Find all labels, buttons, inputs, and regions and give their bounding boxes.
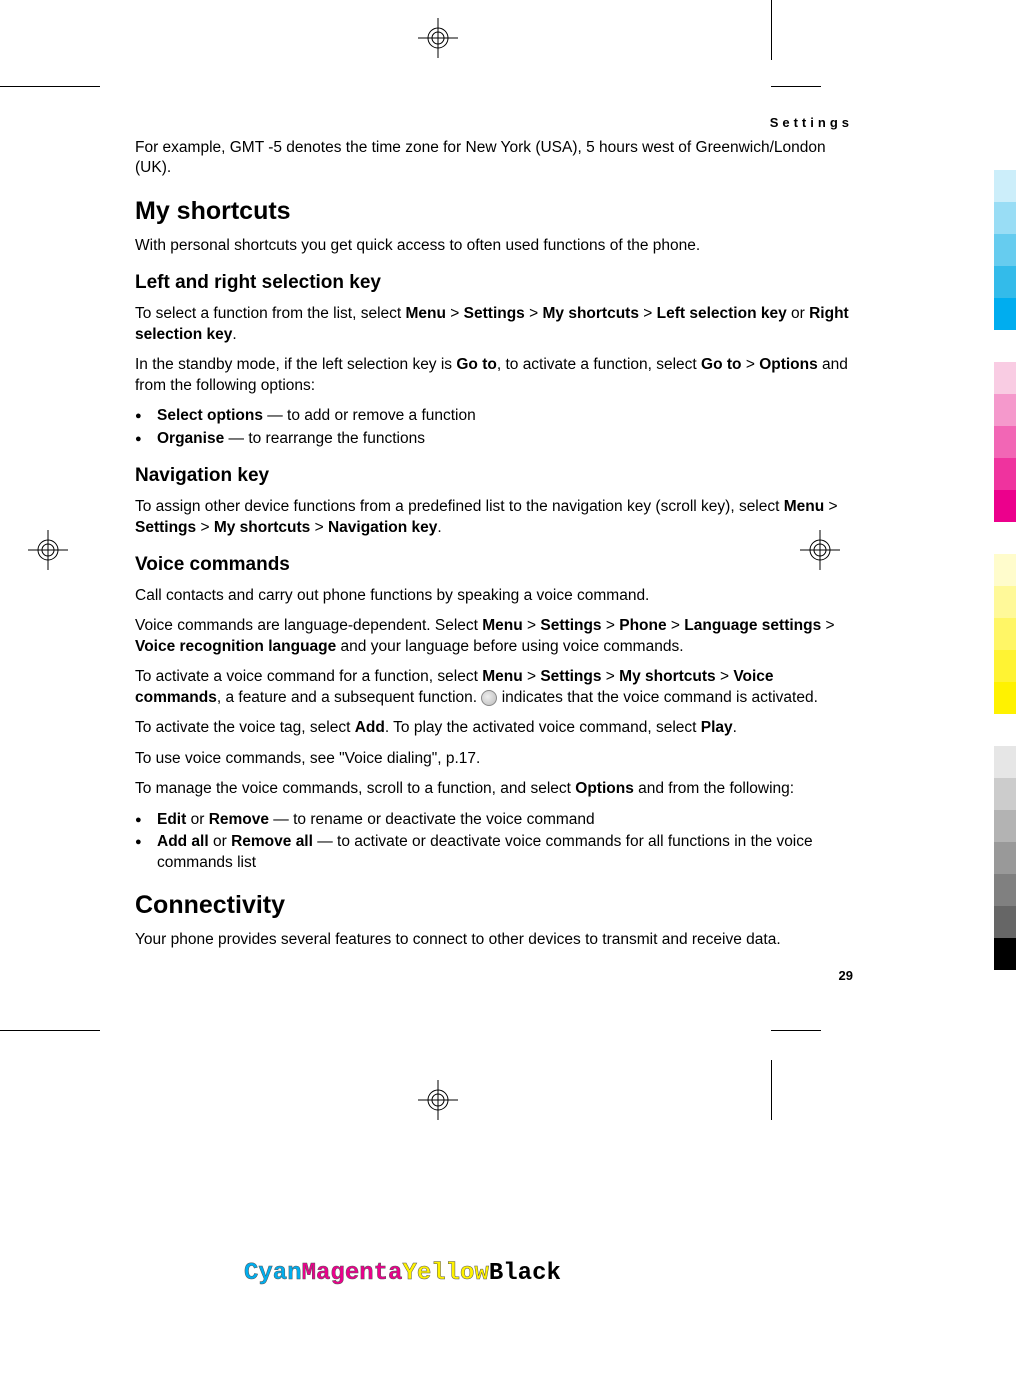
color-calibration-bars: [994, 170, 1016, 970]
cmyk-label: CyanMagentaYellowBlack: [244, 1260, 561, 1287]
heading-my-shortcuts: My shortcuts: [135, 197, 853, 226]
color-swatch: [994, 394, 1016, 426]
crop-mark: [771, 86, 821, 87]
crop-mark: [771, 1030, 821, 1031]
page-number: 29: [135, 968, 853, 983]
color-swatch: [994, 490, 1016, 522]
crop-mark: [0, 86, 100, 87]
color-swatch: [994, 682, 1016, 714]
section-header: Settings: [135, 115, 853, 130]
color-swatch: [994, 650, 1016, 682]
color-swatch: [994, 714, 1016, 746]
color-swatch: [994, 298, 1016, 330]
crop-mark: [771, 1060, 772, 1120]
color-swatch: [994, 266, 1016, 298]
color-swatch: [994, 234, 1016, 266]
body-text: Voice commands are language-dependent. S…: [135, 616, 853, 657]
color-swatch: [994, 522, 1016, 554]
body-text: Call contacts and carry out phone functi…: [135, 586, 853, 606]
crop-mark: [0, 1030, 100, 1031]
heading-connectivity: Connectivity: [135, 891, 853, 920]
page-content: Settings For example, GMT -5 denotes the…: [135, 115, 853, 983]
color-swatch: [994, 554, 1016, 586]
body-text: With personal shortcuts you get quick ac…: [135, 236, 853, 256]
color-swatch: [994, 746, 1016, 778]
body-text: In the standby mode, if the left selecti…: [135, 355, 853, 396]
list-item: Add all or Remove all — to activate or d…: [135, 832, 853, 873]
heading-voice-commands: Voice commands: [135, 554, 853, 576]
color-swatch: [994, 874, 1016, 906]
body-text: To activate a voice command for a functi…: [135, 667, 853, 708]
color-swatch: [994, 586, 1016, 618]
color-swatch: [994, 458, 1016, 490]
intro-paragraph: For example, GMT -5 denotes the time zon…: [135, 138, 853, 179]
color-swatch: [994, 170, 1016, 202]
body-text: To manage the voice commands, scroll to …: [135, 779, 853, 799]
color-swatch: [994, 938, 1016, 970]
crop-mark: [771, 0, 772, 60]
color-swatch: [994, 330, 1016, 362]
registration-mark-icon: [418, 18, 458, 58]
voice-command-icon: [481, 690, 497, 706]
color-swatch: [994, 778, 1016, 810]
body-text: To activate the voice tag, select Add. T…: [135, 718, 853, 738]
list-item: Edit or Remove — to rename or deactivate…: [135, 810, 853, 830]
color-swatch: [994, 842, 1016, 874]
options-list: Edit or Remove — to rename or deactivate…: [135, 810, 853, 873]
list-item: Select options — to add or remove a func…: [135, 406, 853, 426]
color-swatch: [994, 906, 1016, 938]
color-swatch: [994, 362, 1016, 394]
registration-mark-icon: [28, 530, 68, 570]
heading-left-right-selection: Left and right selection key: [135, 272, 853, 294]
body-text: To assign other device functions from a …: [135, 497, 853, 538]
heading-navigation-key: Navigation key: [135, 465, 853, 487]
options-list: Select options — to add or remove a func…: [135, 406, 853, 449]
body-text: Your phone provides several features to …: [135, 930, 853, 950]
list-item: Organise — to rearrange the functions: [135, 429, 853, 449]
body-text: To use voice commands, see "Voice dialin…: [135, 749, 853, 769]
body-text: To select a function from the list, sele…: [135, 304, 853, 345]
color-swatch: [994, 810, 1016, 842]
color-swatch: [994, 426, 1016, 458]
color-swatch: [994, 202, 1016, 234]
registration-mark-icon: [418, 1080, 458, 1120]
color-swatch: [994, 618, 1016, 650]
